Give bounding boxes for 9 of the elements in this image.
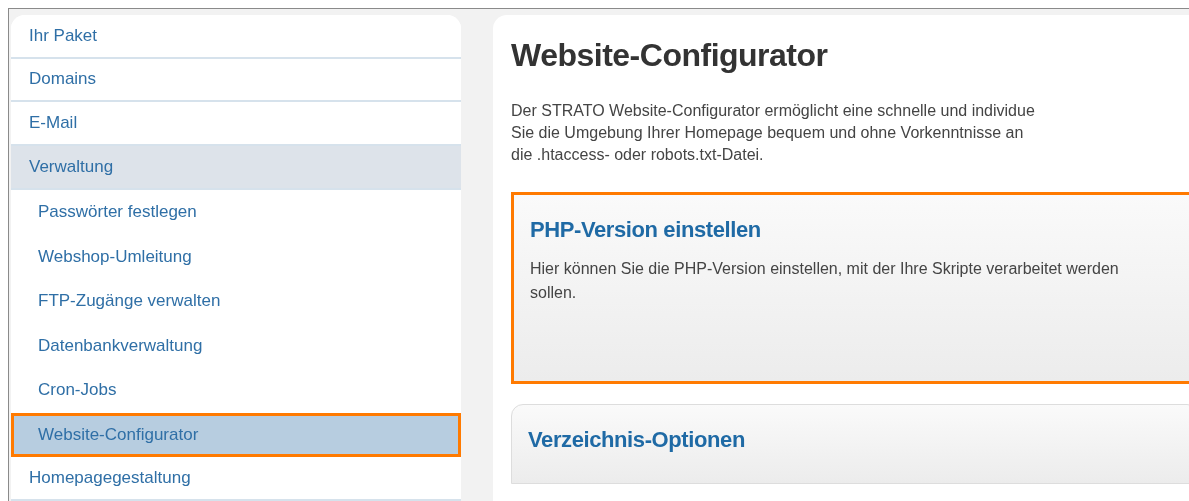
page-title: Website-Configurator	[511, 37, 829, 74]
sidebar-item[interactable]: Verwaltung	[11, 145, 461, 190]
option-card[interactable]: Verzeichnis-Optionen	[511, 404, 1189, 484]
card-title: PHP-Version einstellen	[530, 217, 762, 243]
intro-text: Der STRATO Website-Configurator ermöglicht eine schnelle und individue Sie die Umgebung Ihrer Homepage bequem und ohne Vorkenntnisse an die .htaccess- oder robots.txt-Datei.	[511, 101, 1036, 165]
card-title: Verzeichnis-Optionen	[528, 427, 746, 453]
option-card[interactable]: PHP-Version einstellen Hier können Sie die PHP-Version einstellen, mit der Ihre Skripte verarbeitet werden sollen.	[511, 192, 1189, 384]
sidebar-subitem[interactable]: Website-Configurator	[11, 412, 461, 458]
card-description: Hier können Sie die PHP-Version einstellen, mit der Ihre Skripte verarbeitet werden sollen.	[530, 259, 1120, 303]
